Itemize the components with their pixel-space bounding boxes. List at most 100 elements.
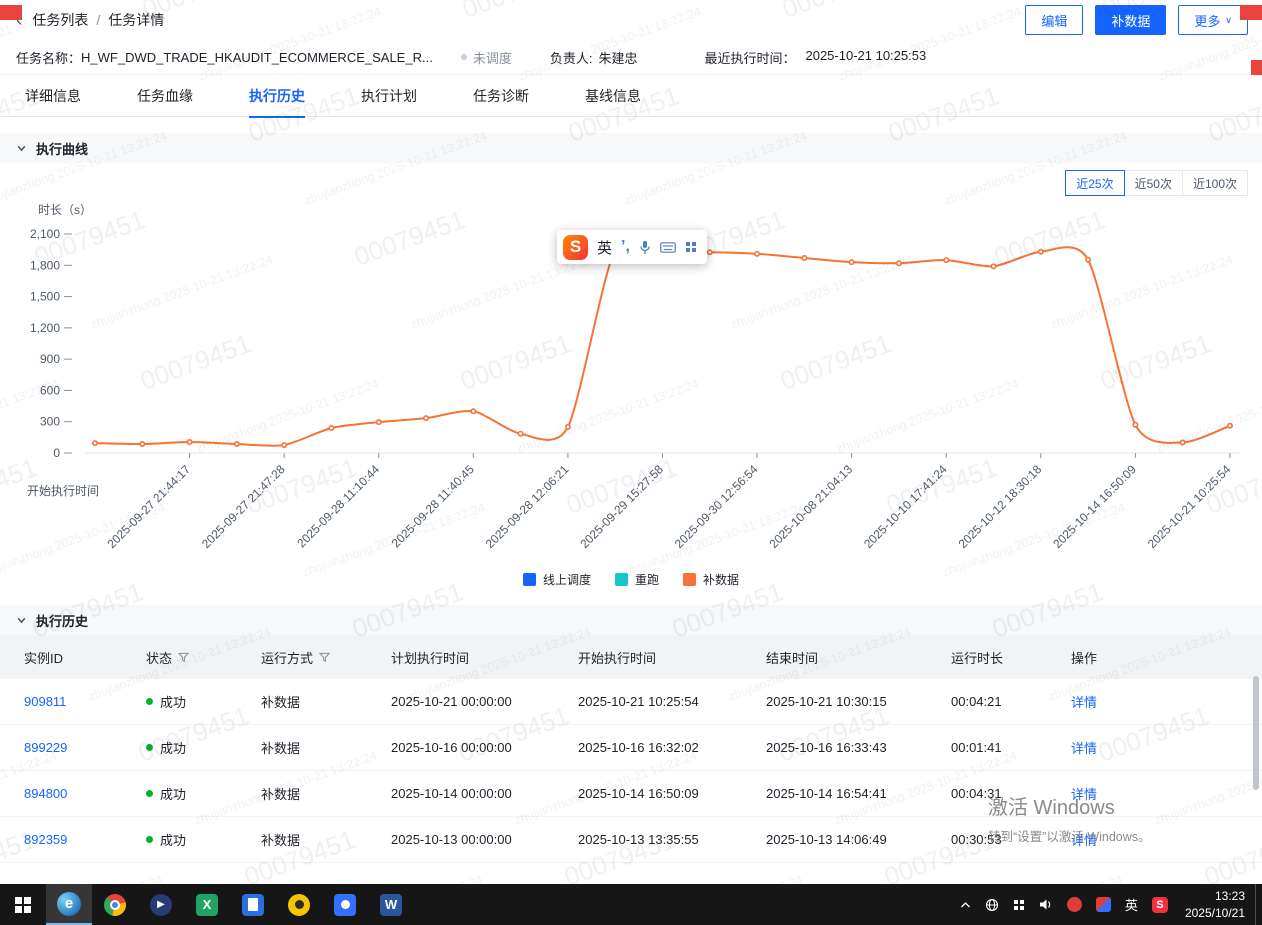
table-scrollbar-track[interactable] [1252, 640, 1260, 878]
tray-volume-icon[interactable] [1032, 884, 1060, 925]
red-stamp [0, 5, 22, 20]
instance-id-link[interactable]: 899229 [24, 740, 67, 755]
start-button[interactable] [0, 884, 46, 925]
status-filter-icon[interactable] [178, 652, 189, 663]
planned-time: 2025-10-16 00:00:00 [391, 740, 512, 755]
owner-field: 负责人: 朱建忠 [550, 48, 638, 67]
sogou-logo-icon[interactable]: S [563, 235, 588, 260]
taskbar-app-yellow[interactable] [276, 884, 322, 925]
svg-text:2,100: 2,100 [30, 227, 60, 241]
chart-legend: 线上调度 重跑 补数据 [0, 571, 1262, 588]
header-actions: 编辑 补数据 更多 ∨ [1025, 5, 1248, 35]
activation-subtitle: 转到“设置”以激活 Windows。 [988, 826, 1151, 845]
edit-button[interactable]: 编辑 [1025, 5, 1083, 35]
svg-text:2025-09-27 21:44:17: 2025-09-27 21:44:17 [104, 462, 193, 551]
taskbar-app-blue-doc[interactable] [230, 884, 276, 925]
tray-language-indicator[interactable]: 英 [1118, 884, 1145, 925]
legend-item-重跑[interactable]: 重跑 [615, 571, 659, 588]
windows-taskbar: e ▶ X W [0, 884, 1262, 925]
svg-text:2025-09-28 11:10:44: 2025-09-28 11:10:44 [294, 462, 382, 550]
legend-item-补数据[interactable]: 补数据 [683, 571, 739, 588]
col-status: 状态 [146, 648, 261, 667]
svg-text:2025-09-30 12:56:54: 2025-09-30 12:56:54 [672, 462, 761, 551]
taskbar-app-word[interactable]: W [368, 884, 414, 925]
detail-link[interactable]: 详情 [1071, 738, 1097, 757]
taskbar-app-edge[interactable]: e [46, 884, 92, 925]
tray-network-icon[interactable] [978, 884, 1006, 925]
tab-详细信息[interactable]: 详细信息 [25, 75, 81, 117]
tab-bar: 详细信息 任务血缘 执行历史 执行计划 任务诊断 基线信息 [0, 75, 1262, 117]
svg-text:2025-09-27 21:47:28: 2025-09-27 21:47:28 [199, 462, 288, 551]
document-app-icon [242, 894, 264, 916]
svg-text:600: 600 [40, 383, 60, 397]
tray-app-red-icon[interactable] [1060, 884, 1089, 925]
topbar: ‹ 任务列表 / 任务详情 编辑 补数据 更多 ∨ [0, 0, 1262, 40]
keyboard-icon[interactable] [660, 242, 676, 253]
breadcrumb: ‹ 任务列表 / 任务详情 [16, 10, 164, 30]
toolbox-grid-icon[interactable] [685, 241, 697, 253]
microphone-icon[interactable] [639, 240, 651, 255]
more-button[interactable]: 更多 ∨ [1178, 5, 1248, 35]
col-actions: 操作 [1071, 648, 1262, 667]
tab-任务诊断[interactable]: 任务诊断 [473, 75, 529, 117]
tray-expand-chevron[interactable] [953, 884, 978, 925]
col-run-mode: 运行方式 [261, 648, 391, 667]
range-button-近50次[interactable]: 近50次 [1124, 170, 1183, 196]
owner-label: 负责人: [550, 48, 593, 67]
tray-sogou-icon[interactable]: S [1145, 884, 1175, 925]
status-text: 成功 [160, 830, 186, 849]
tab-基线信息[interactable]: 基线信息 [585, 75, 641, 117]
start-time: 2025-10-14 16:50:09 [578, 786, 699, 801]
clock-time: 13:23 [1215, 888, 1245, 904]
range-button-group: 近25次近50次近100次 [1066, 170, 1248, 196]
backfill-button[interactable]: 补数据 [1095, 5, 1166, 35]
curve-section-header[interactable]: 执行曲线 [0, 133, 1262, 163]
breadcrumb-task-list[interactable]: 任务列表 [32, 10, 88, 30]
tab-执行历史[interactable]: 执行历史 [249, 75, 305, 117]
tray-grid-icon[interactable] [1006, 884, 1032, 925]
tab-执行计划[interactable]: 执行计划 [361, 75, 417, 117]
taskbar-app-media-player[interactable]: ▶ [138, 884, 184, 925]
svg-text:1,200: 1,200 [30, 321, 60, 335]
legend-label: 重跑 [635, 571, 659, 588]
taskbar-app-blue[interactable] [322, 884, 368, 925]
activation-title: 激活 Windows [988, 791, 1151, 820]
instance-id-link[interactable]: 909811 [24, 694, 66, 709]
tray-app-red-blue-icon[interactable] [1089, 884, 1118, 925]
taskbar-app-chrome[interactable] [92, 884, 138, 925]
svg-text:1,800: 1,800 [30, 258, 60, 272]
ime-symbols-icon[interactable]: ’, [621, 238, 630, 256]
taskbar-clock[interactable]: 13:23 2025/10/21 [1175, 884, 1255, 925]
breadcrumb-separator: / [96, 12, 100, 28]
start-time: 2025-10-21 10:25:54 [578, 694, 699, 709]
status-dot-icon [461, 54, 467, 60]
edge-icon: e [57, 892, 81, 916]
taskbar-apps: e ▶ X W [0, 884, 414, 925]
col-planned-time: 计划执行时间 [391, 648, 578, 667]
breadcrumb-task-detail: 任务详情 [108, 10, 164, 30]
range-button-近100次[interactable]: 近100次 [1182, 170, 1248, 196]
taskbar-app-excel[interactable]: X [184, 884, 230, 925]
show-desktop-strip[interactable] [1255, 884, 1262, 925]
instance-id-link[interactable]: 892359 [24, 832, 67, 847]
legend-item-线上调度[interactable]: 线上调度 [523, 571, 591, 588]
col-duration: 运行时长 [951, 648, 1071, 667]
chevron-down-icon [16, 143, 27, 154]
instance-id-link[interactable]: 894800 [24, 786, 67, 801]
excel-icon: X [196, 894, 218, 916]
detail-link[interactable]: 详情 [1071, 692, 1097, 711]
table-scrollbar-thumb[interactable] [1253, 676, 1259, 790]
start-time: 2025-10-16 16:32:02 [578, 740, 699, 755]
planned-time: 2025-10-14 00:00:00 [391, 786, 512, 801]
svg-text:0: 0 [53, 446, 60, 460]
range-button-近25次[interactable]: 近25次 [1065, 170, 1124, 196]
history-table-header: 实例ID 状态 运行方式 计划执行时间 开始执行时间 结束时间 运行时长 操作 [0, 635, 1262, 679]
ime-language-indicator[interactable]: 英 [597, 237, 612, 258]
task-name: H_WF_DWD_TRADE_HKAUDIT_ECOMMERCE_SALE_R.… [81, 50, 433, 65]
word-icon: W [380, 894, 402, 916]
planned-time: 2025-10-21 00:00:00 [391, 694, 512, 709]
tab-任务血缘[interactable]: 任务血缘 [137, 75, 193, 117]
run-mode-filter-icon[interactable] [319, 652, 330, 663]
history-section-header[interactable]: 执行历史 [0, 605, 1262, 635]
legend-label: 补数据 [703, 571, 739, 588]
